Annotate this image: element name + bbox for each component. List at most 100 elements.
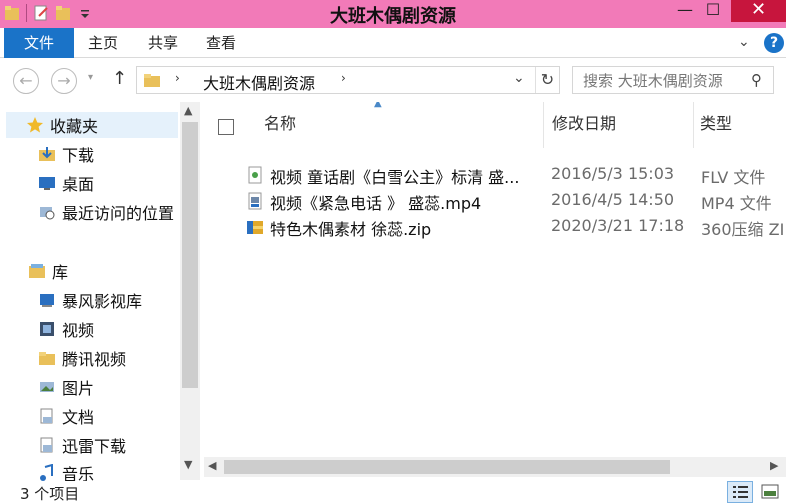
tab-share[interactable]: 共享 [140, 28, 186, 58]
nav-label: 迅雷下载 [62, 437, 127, 456]
title-bar: 大班木偶剧资源 — ☐ ✕ [0, 0, 786, 28]
mp4-file-icon [248, 192, 262, 210]
nav-label: 桌面 [62, 175, 95, 194]
minimize-button[interactable]: — [672, 0, 698, 22]
folder-icon [144, 74, 160, 87]
column-type[interactable]: 类型 [700, 110, 732, 134]
nav-item-pictures[interactable]: 图片 [38, 374, 94, 400]
library-icon [40, 294, 54, 307]
scrollbar-thumb[interactable] [224, 460, 670, 474]
close-button[interactable]: ✕ [731, 0, 786, 22]
tab-view[interactable]: 查看 [198, 28, 244, 58]
file-list: ▲ 名称 修改日期 类型 视频 童话剧《白雪公主》标清 盛... 2016/5/… [204, 102, 786, 457]
breadcrumb-current[interactable]: 大班木偶剧资源 [203, 70, 315, 94]
downloads-folder-icon [39, 147, 55, 161]
recent-locations-icon[interactable]: ▾ [88, 72, 93, 83]
status-bar: 3 个项目 [0, 481, 786, 503]
column-date-modified[interactable]: 修改日期 [552, 110, 616, 134]
forward-button[interactable]: → [51, 68, 77, 94]
address-dropdown-icon[interactable]: ⌄ [513, 70, 525, 86]
file-list-scrollbar[interactable]: ◀ ▶ [204, 457, 786, 477]
address-bar[interactable]: › 大班木偶剧资源 › ⌄ ↻ [136, 66, 560, 94]
nav-label: 音乐 [62, 465, 95, 482]
tab-home[interactable]: 主页 [80, 28, 126, 58]
file-type: FLV 文件 [701, 168, 766, 187]
search-box[interactable]: 搜索 大班木偶剧资源 ⚲ [572, 66, 774, 94]
nav-label: 视频 [62, 321, 95, 340]
ribbon: 文件 主页 共享 查看 ⌄ ? [0, 28, 786, 58]
scrollbar-thumb[interactable] [182, 122, 198, 388]
sort-ascending-icon: ▲ [374, 102, 382, 109]
scroll-left-icon[interactable]: ◀ [208, 459, 216, 472]
nav-item-libraries[interactable]: 库 [28, 258, 68, 284]
file-type: MP4 文件 [701, 194, 772, 213]
pictures-icon [40, 382, 54, 392]
nav-item-videos[interactable]: 视频 [38, 316, 94, 342]
scroll-right-icon[interactable]: ▶ [770, 459, 778, 472]
folder-icon [39, 352, 55, 365]
search-input[interactable]: 搜索 大班木偶剧资源 [583, 70, 723, 91]
large-icons-view-button[interactable] [757, 481, 783, 503]
file-date: 2016/4/5 14:50 [551, 190, 675, 209]
ribbon-expand-icon[interactable]: ⌄ [738, 34, 750, 50]
flv-file-icon [248, 166, 262, 184]
nav-item-documents[interactable]: 文档 [38, 403, 94, 429]
item-count: 3 个项目 [20, 485, 80, 503]
back-button[interactable]: ← [13, 68, 39, 94]
nav-label: 暴风影视库 [62, 292, 143, 311]
nav-item-recent-places[interactable]: 最近访问的位置 [38, 199, 174, 225]
recent-places-icon [40, 207, 55, 220]
nav-label: 库 [52, 263, 69, 282]
details-view-icon [733, 486, 748, 498]
file-date: 2020/3/21 17:18 [551, 216, 685, 235]
breadcrumb-separator[interactable]: › [341, 71, 346, 85]
videos-icon [40, 322, 54, 336]
nav-label: 收藏夹 [50, 117, 99, 136]
file-name: 视频 童话剧《白雪公主》标清 盛... [270, 168, 520, 187]
maximize-button[interactable]: ☐ [700, 0, 726, 22]
nav-label: 文档 [62, 408, 95, 427]
refresh-button[interactable]: ↻ [535, 67, 559, 93]
nav-label: 腾讯视频 [62, 350, 127, 369]
table-row[interactable]: 视频《紧急电话 》 盛蕊.mp4 2016/4/5 14:50 MP4 文件 [204, 189, 786, 213]
libraries-icon [29, 264, 45, 278]
large-icons-view-icon [761, 484, 779, 499]
nav-item-music[interactable]: 音乐 [38, 460, 94, 482]
file-type: 360压缩 ZI [701, 220, 785, 239]
nav-item-favorites[interactable]: 收藏夹 [6, 112, 178, 138]
details-view-button[interactable] [727, 481, 753, 503]
nav-item-xunlei-downloads[interactable]: 迅雷下载 [38, 432, 126, 458]
nav-item-baofeng-library[interactable]: 暴风影视库 [38, 287, 142, 313]
column-name[interactable]: 名称 [264, 110, 296, 134]
music-icon [40, 464, 53, 481]
desktop-icon [39, 177, 55, 190]
column-divider[interactable] [693, 102, 694, 148]
select-all-checkbox[interactable] [218, 119, 234, 135]
file-name: 视频《紧急电话 》 盛蕊.mp4 [270, 194, 482, 213]
window-title: 大班木偶剧资源 [330, 6, 456, 27]
breadcrumb-separator[interactable]: › [175, 71, 180, 85]
help-icon[interactable]: ? [764, 33, 784, 53]
nav-label: 图片 [62, 379, 95, 398]
column-divider[interactable] [543, 102, 544, 148]
table-row[interactable]: 特色木偶素材 徐蕊.zip 2020/3/21 17:18 360压缩 ZI [204, 215, 786, 239]
scroll-down-icon[interactable]: ▼ [184, 458, 192, 471]
star-icon [27, 117, 43, 133]
nav-pane-scrollbar[interactable]: ▲ ▼ [180, 102, 200, 480]
navigation-bar: ← → ▾ ↑ › 大班木偶剧资源 › ⌄ ↻ 搜索 大班木偶剧资源 ⚲ [0, 58, 786, 102]
nav-item-desktop[interactable]: 桌面 [38, 170, 94, 196]
nav-label: 下载 [62, 146, 95, 165]
file-name: 特色木偶素材 徐蕊.zip [270, 220, 432, 239]
tab-file[interactable]: 文件 [4, 28, 74, 58]
table-row[interactable]: 视频 童话剧《白雪公主》标清 盛... 2016/5/3 15:03 FLV 文… [204, 163, 786, 187]
scroll-up-icon[interactable]: ▲ [184, 104, 192, 117]
search-icon[interactable]: ⚲ [751, 71, 762, 89]
up-button[interactable]: ↑ [112, 68, 127, 89]
nav-item-tencent-video[interactable]: 腾讯视频 [38, 345, 126, 371]
nav-label: 最近访问的位置 [62, 204, 175, 223]
library-icon [40, 437, 53, 453]
column-header: ▲ 名称 修改日期 类型 [204, 102, 786, 148]
nav-item-downloads[interactable]: 下载 [38, 141, 94, 167]
documents-icon [40, 408, 53, 424]
zip-archive-icon [247, 221, 263, 234]
